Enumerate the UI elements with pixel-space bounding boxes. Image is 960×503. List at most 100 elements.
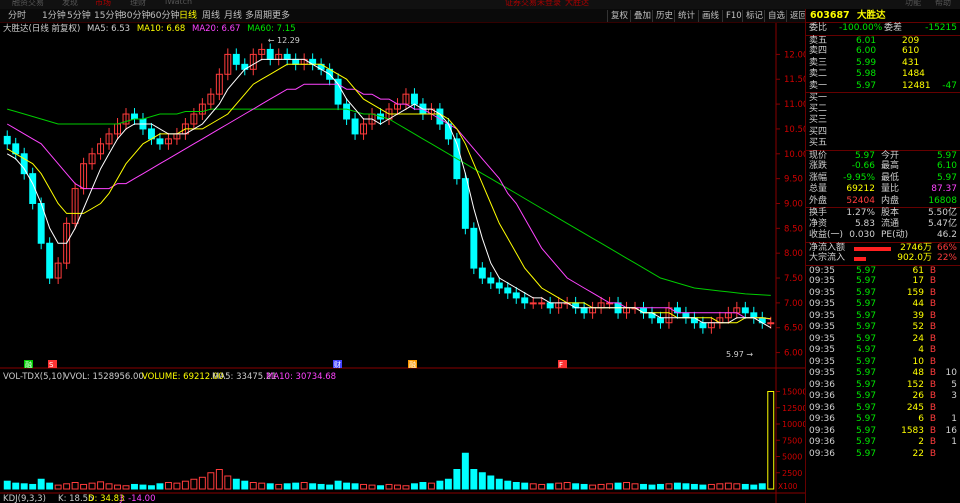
- top-menu-bar: 融资交易 发现 市场 理财 iWatch 证券交易未登录 大胜达 功能 帮助: [0, 0, 960, 9]
- tick-time: 09:35: [809, 310, 835, 321]
- volume-bar: [419, 482, 427, 490]
- tick-side: B: [929, 437, 936, 447]
- ask-volume: 12481: [902, 80, 931, 91]
- tick-time: 09:35: [809, 276, 835, 286]
- vol-tick-label: 7500: [782, 436, 802, 445]
- tool-button[interactable]: 标记: [742, 10, 766, 22]
- volume-bar: [46, 482, 54, 490]
- volume-bar: [368, 484, 376, 490]
- quote-panel: 603687 大胜达 委比 -100.00% 委差 -15215 卖五 6.01 209 卖四…: [805, 9, 960, 503]
- volume-bar: [631, 483, 639, 490]
- tick-count: 1: [951, 414, 957, 424]
- flow-value: 902.0万: [897, 253, 932, 263]
- ask-label: 卖一: [809, 80, 828, 91]
- candle-body: [283, 53, 291, 60]
- ma60-line: [7, 108, 771, 296]
- tick-time: 09:35: [809, 322, 835, 332]
- y-tick-label: 9.50: [784, 175, 803, 185]
- volume-bar: [266, 483, 274, 490]
- ask-row: 卖五 6.01 209: [806, 34, 960, 47]
- weibi-label: 委比: [809, 23, 828, 33]
- tool-button[interactable]: 自选: [764, 10, 788, 22]
- tick-row: 09:35 5.97 52 B: [806, 322, 960, 334]
- candle-body: [750, 312, 758, 319]
- stat-value: 0.030: [849, 230, 875, 240]
- volume-bar: [88, 482, 96, 490]
- candle-body: [504, 287, 512, 294]
- volume-bar: [495, 478, 503, 490]
- tick-count: 16: [945, 425, 957, 436]
- volume-bar: [640, 483, 647, 490]
- period-tab[interactable]: 周线: [202, 10, 220, 22]
- last-annotation: 5.97 →: [726, 350, 753, 359]
- chart-area[interactable]: 大胜达(日线 前复权) MA5: 6.53 MA10: 6.68 MA20: 6…: [0, 23, 805, 503]
- volume-bar: [555, 482, 563, 490]
- tool-button[interactable]: 复权: [607, 10, 631, 22]
- period-tab[interactable]: 30分钟: [121, 10, 150, 22]
- bid-label: 买三: [809, 115, 828, 125]
- top-menu-item[interactable]: 融资交易: [12, 0, 44, 8]
- tick-count: 5: [951, 379, 957, 390]
- stat-value: 6.10: [936, 161, 957, 171]
- period-tab[interactable]: 5分钟: [67, 10, 91, 22]
- top-menu-item[interactable]: 发现: [62, 0, 78, 8]
- tick-price: 5.97: [856, 391, 877, 401]
- tick-row: 09:36 5.97 1583 B 16: [806, 426, 960, 438]
- volume-bar: [164, 482, 172, 490]
- top-menu-item[interactable]: 帮助: [935, 0, 951, 8]
- tick-side: B: [929, 333, 936, 344]
- tool-button[interactable]: 叠加: [630, 10, 654, 22]
- volume-bar: [394, 484, 401, 490]
- volume-bar: [258, 482, 266, 490]
- top-menu-item[interactable]: 功能: [905, 0, 921, 8]
- candle-body: [266, 48, 274, 60]
- tool-button[interactable]: 历史: [652, 10, 676, 22]
- stat-row: 换手 1.27% 股本 5.50亿: [806, 207, 960, 219]
- vol-tick-label: 2500: [782, 469, 802, 478]
- top-menu-item[interactable]: 市场: [95, 0, 111, 8]
- period-tab[interactable]: 1分钟: [42, 10, 66, 22]
- tool-button[interactable]: 画线: [698, 10, 722, 22]
- event-marker: 融: [409, 360, 416, 369]
- flow-pct: 22%: [936, 253, 957, 263]
- tool-button[interactable]: 统计: [674, 10, 698, 22]
- flow-row: 净流入额 2746万 66%: [806, 241, 960, 254]
- period-tab[interactable]: 多周期: [245, 10, 272, 22]
- ask-label: 卖四: [809, 46, 828, 56]
- volume-bar: [504, 480, 512, 490]
- tick-side: B: [929, 414, 936, 424]
- ask-row: 卖四 6.00 610: [806, 46, 960, 58]
- volume-bar: [589, 484, 597, 490]
- tick-side: B: [929, 345, 936, 355]
- volume-bar: [767, 391, 775, 490]
- tick-time: 09:35: [809, 368, 835, 378]
- period-tab[interactable]: 分时: [8, 10, 26, 22]
- top-menu-item[interactable]: iWatch: [165, 0, 192, 6]
- tick-time: 09:35: [809, 299, 835, 309]
- event-marker: F: [559, 361, 563, 369]
- volume-bar: [453, 469, 461, 490]
- top-menu-item[interactable]: 大胜达: [565, 0, 589, 8]
- period-tab[interactable]: 月线: [224, 10, 242, 22]
- candle-body: [343, 103, 351, 120]
- candle-body: [512, 292, 520, 299]
- event-marker: 财: [334, 360, 341, 369]
- tick-row: 09:36 5.97 26 B 3: [806, 391, 960, 403]
- ask-price: 5.99: [856, 57, 877, 68]
- price-chart-svg[interactable]: 6.00 6.50 7.00 7.50 8.00 8.50 9.00 9.50 10.00 10.…: [0, 23, 805, 503]
- candle-body: [20, 153, 28, 175]
- stat-value: 5.83: [854, 218, 875, 229]
- volume-bar: [54, 484, 62, 490]
- tick-volume: 39: [912, 310, 924, 321]
- tick-side: B: [929, 391, 936, 401]
- period-tab[interactable]: 日线: [179, 10, 197, 22]
- period-tab[interactable]: 15分钟: [94, 10, 123, 22]
- weidiff-label: 委差: [884, 23, 903, 33]
- tick-row: 09:35 5.97 48 B 10: [806, 368, 960, 380]
- tick-volume: 52: [912, 322, 924, 332]
- top-menu-item[interactable]: 理财: [130, 0, 146, 8]
- period-tab[interactable]: 60分钟: [150, 10, 179, 22]
- tick-volume: 152: [906, 379, 924, 390]
- period-tab[interactable]: 更多: [272, 10, 290, 22]
- top-menu-item[interactable]: 证券交易未登录: [505, 0, 561, 8]
